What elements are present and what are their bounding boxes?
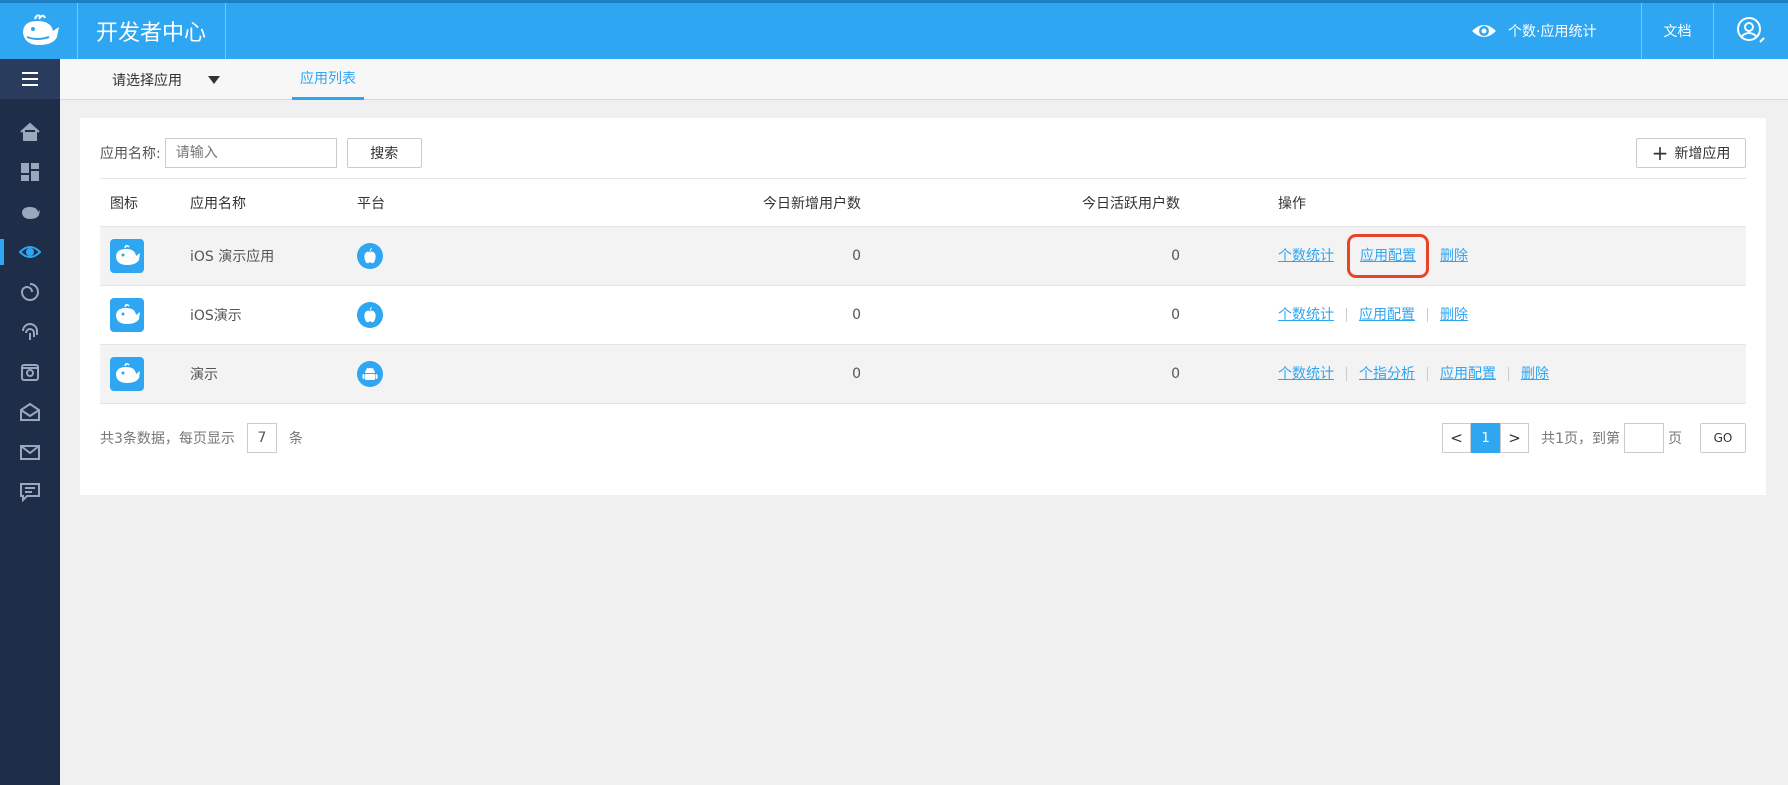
go-button[interactable]: GO — [1700, 423, 1746, 453]
header-active-users: 今日活跃用户数 — [1082, 195, 1180, 212]
swirl-icon[interactable] — [0, 272, 60, 312]
delete-link[interactable]: 删除 — [1427, 308, 1480, 322]
home-icon[interactable] — [0, 112, 60, 152]
goto-page-input[interactable] — [1624, 423, 1664, 453]
search-button[interactable]: 搜索 — [346, 138, 422, 168]
stat-menu-label: 个数·应用统计 — [1508, 24, 1597, 40]
caret-down-icon — [208, 75, 220, 84]
app-title: 开发者中心 — [78, 3, 226, 59]
user-icon[interactable] — [1714, 3, 1788, 59]
app-name: 演示 — [190, 367, 218, 383]
total-pages-label: 共1页，到第 — [1541, 431, 1620, 447]
app-selector[interactable]: 请选择应用 — [112, 59, 220, 100]
eye-icon — [1470, 21, 1498, 41]
new-users: 0 — [852, 248, 861, 264]
header-new-users: 今日新增用户数 — [763, 195, 861, 212]
top-header: 开发者中心 个数·应用统计 文档 — [0, 0, 1788, 59]
add-app-button[interactable]: + 新增应用 — [1636, 138, 1746, 168]
new-users: 0 — [852, 366, 861, 382]
app-name: iOS演示 — [190, 308, 242, 324]
table-footer: 共3条数据，每页显示 7 条 < 1 > 共1页，到第 页 GO — [100, 423, 1746, 453]
hamburger-icon[interactable] — [0, 59, 60, 99]
fingerprint-icon[interactable] — [0, 312, 60, 352]
page-1-button[interactable]: 1 — [1471, 423, 1501, 453]
plus-icon: + — [1651, 141, 1669, 165]
active-users: 0 — [1171, 307, 1180, 323]
config-link[interactable]: 应用配置 — [1346, 308, 1427, 322]
tab-app-list[interactable]: 应用列表 — [292, 59, 364, 100]
app-table: 图标 应用名称 平台 今日新增用户数 今日活跃用户数 操作 iOS 演示应用 0… — [100, 178, 1746, 404]
active-users: 0 — [1171, 366, 1180, 382]
summary-prefix: 共3条数据，每页显示 — [100, 431, 235, 447]
app-whale-icon — [110, 298, 144, 332]
mail-open-icon[interactable] — [0, 392, 60, 432]
active-users: 0 — [1171, 248, 1180, 264]
table-row: iOS演示 0 0 个数统计 应用配置 删除 — [100, 286, 1746, 345]
doc-link[interactable]: 文档 — [1642, 3, 1714, 59]
app-whale-icon — [110, 239, 144, 273]
row-actions: 个数统计 个指分析 应用配置 删除 — [1278, 345, 1561, 403]
stats-link[interactable]: 个数统计 — [1278, 249, 1346, 263]
table-row: iOS 演示应用 0 0 个数统计 应用配置 删除 — [100, 227, 1746, 286]
add-app-label: 新增应用 — [1674, 146, 1731, 162]
search-label: 应用名称: — [100, 146, 161, 162]
new-users: 0 — [852, 307, 861, 323]
header-platform: 平台 — [357, 195, 385, 212]
config-link[interactable]: 应用配置 — [1427, 367, 1508, 381]
header-ops: 操作 — [1278, 195, 1306, 212]
device-icon[interactable] — [0, 352, 60, 392]
eye-icon[interactable] — [0, 232, 60, 272]
whale-logo-icon[interactable] — [0, 3, 78, 59]
app-whale-icon — [110, 357, 144, 391]
dashboard-icon[interactable] — [0, 152, 60, 192]
whale-icon[interactable] — [0, 192, 60, 232]
sidebar — [0, 59, 60, 785]
config-link[interactable]: 应用配置 — [1347, 234, 1429, 278]
app-name: iOS 演示应用 — [190, 249, 275, 265]
page-size-control: 共3条数据，每页显示 7 条 — [100, 423, 303, 453]
stat-menu[interactable]: 个数·应用统计 — [1470, 3, 1642, 59]
row-actions: 个数统计 应用配置 删除 — [1278, 227, 1480, 285]
page-size-input[interactable]: 7 — [246, 423, 277, 453]
row-actions: 个数统计 应用配置 删除 — [1278, 286, 1480, 344]
pagination: < 1 > 共1页，到第 页 GO — [1442, 423, 1746, 453]
sub-navigation: 请选择应用 应用列表 — [60, 59, 1788, 100]
app-list-panel: 应用名称: 搜索 + 新增应用 图标 应用名称 平台 今日新增用户数 今日活跃用… — [80, 118, 1766, 495]
mail-icon[interactable] — [0, 432, 60, 472]
android-icon — [357, 361, 383, 387]
header-name: 应用名称 — [190, 195, 246, 212]
summary-suffix: 条 — [288, 431, 303, 447]
apple-icon — [357, 302, 383, 328]
delete-link[interactable]: 删除 — [1508, 367, 1561, 381]
app-selector-label: 请选择应用 — [112, 72, 182, 89]
delete-link[interactable]: 删除 — [1428, 249, 1480, 263]
prev-page-button[interactable]: < — [1442, 423, 1472, 453]
header-icon: 图标 — [110, 195, 138, 212]
search-bar: 应用名称: 搜索 — [100, 138, 422, 168]
stats-link[interactable]: 个数统计 — [1278, 367, 1346, 381]
page-suffix: 页 — [1668, 431, 1682, 447]
apple-icon — [357, 243, 383, 269]
message-icon[interactable] — [0, 472, 60, 512]
search-input[interactable] — [164, 138, 337, 168]
stats-link[interactable]: 个数统计 — [1278, 308, 1346, 322]
next-page-button[interactable]: > — [1500, 423, 1530, 453]
table-row: 演示 0 0 个数统计 个指分析 应用配置 删除 — [100, 345, 1746, 404]
table-header: 图标 应用名称 平台 今日新增用户数 今日活跃用户数 操作 — [100, 179, 1746, 227]
analysis-link[interactable]: 个指分析 — [1346, 367, 1427, 381]
